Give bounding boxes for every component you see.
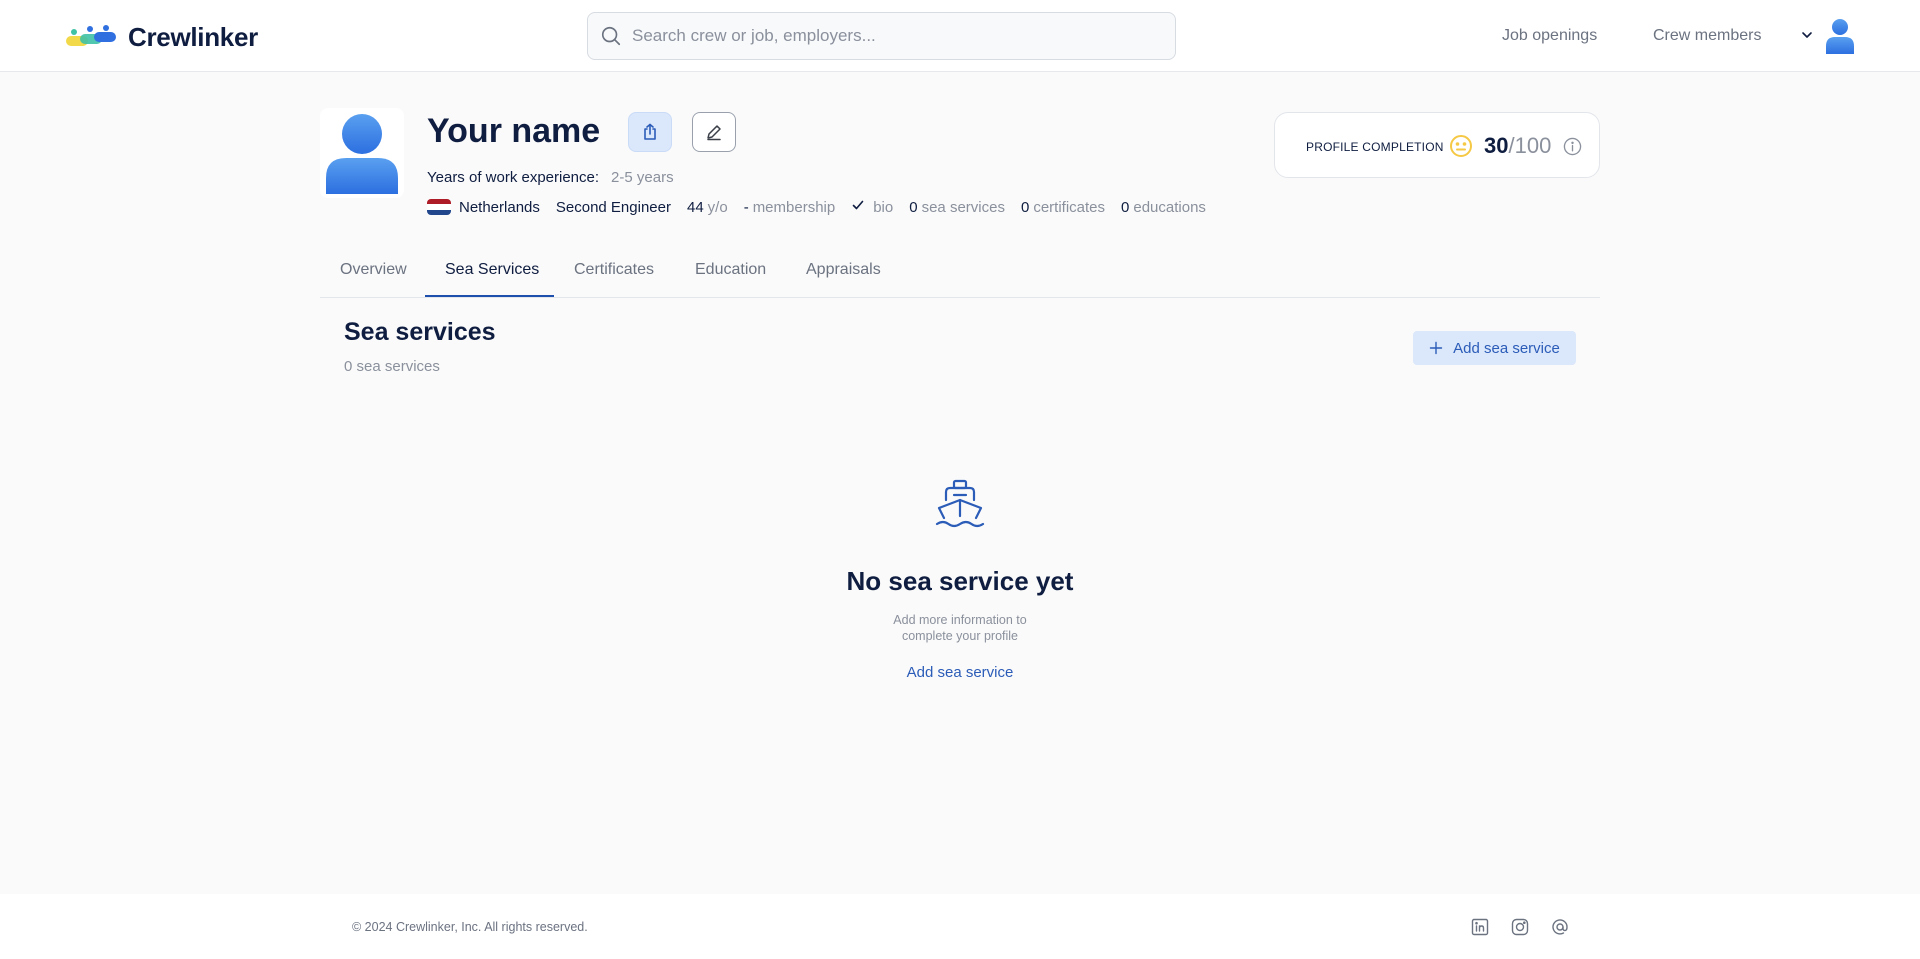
bio-status: bio <box>851 198 893 216</box>
sea-services-count: 0 <box>909 198 918 216</box>
user-avatar-icon <box>326 114 398 194</box>
bio-label: bio <box>873 198 894 216</box>
linkedin-icon[interactable] <box>1471 918 1489 936</box>
tab-education[interactable]: Education <box>695 261 766 279</box>
instagram-icon[interactable] <box>1511 918 1529 936</box>
tab-overview[interactable]: Overview <box>340 261 407 279</box>
profile-avatar <box>320 108 404 198</box>
country-name: Netherlands <box>459 198 540 216</box>
experience-label: Years of work experience: <box>427 169 600 186</box>
top-navbar: Crewlinker Job openings Crew members <box>0 0 1920 72</box>
brand-logo[interactable]: Crewlinker <box>64 22 258 53</box>
plus-icon <box>1429 341 1443 355</box>
tab-certificates[interactable]: Certificates <box>574 261 654 279</box>
membership: - membership <box>744 199 836 216</box>
tab-sea-services[interactable]: Sea Services <box>445 261 539 279</box>
profile-name: Your name <box>427 112 601 150</box>
add-sea-service-label: Add sea service <box>1453 339 1560 357</box>
chevron-down-icon[interactable] <box>1800 28 1814 42</box>
educations-count: 0 <box>1121 198 1130 216</box>
empty-state-title: No sea service yet <box>846 566 1074 596</box>
sea-services-stat: 0 sea services <box>909 199 1005 216</box>
edit-profile-button[interactable] <box>692 112 736 152</box>
age-value: 44 <box>686 198 704 216</box>
completion-score: 30/100 <box>1484 133 1551 159</box>
empty-state-subtitle-line: complete your profile <box>901 629 1019 643</box>
active-tab-indicator <box>425 295 554 297</box>
profile-tabs: Overview Sea Services Certificates Educa… <box>320 250 1600 298</box>
section-title: Sea services <box>344 318 496 346</box>
at-icon[interactable] <box>1551 918 1569 936</box>
crewlinker-logo-icon <box>66 24 116 46</box>
share-icon <box>644 123 656 140</box>
copyright: © 2024 Crewlinker, Inc. All rights reser… <box>352 920 588 934</box>
ship-icon <box>935 479 985 528</box>
netherlands-flag-icon <box>427 199 451 215</box>
experience-value: 2-5 years <box>611 169 674 186</box>
tab-appraisals[interactable]: Appraisals <box>806 261 881 279</box>
educations-stat: 0 educations <box>1121 199 1206 216</box>
membership-value: - <box>743 198 749 216</box>
pencil-icon <box>707 125 721 141</box>
nav-crew-members[interactable]: Crew members <box>1653 27 1761 45</box>
brand-name: Crewlinker <box>128 22 258 52</box>
sea-services-label: sea services <box>921 198 1005 216</box>
certificates-stat: 0 certificates <box>1021 199 1105 216</box>
profile-completion-card: PROFILE COMPLETION 30/100 <box>1274 112 1600 178</box>
experience-row: Years of work experience: 2-5 years <box>427 169 674 186</box>
certificates-label: certificates <box>1033 198 1106 216</box>
profile-meta: Netherlands Second Engineer 44 y/o - mem… <box>427 197 1222 217</box>
nav-job-openings[interactable]: Job openings <box>1502 27 1597 45</box>
completion-value: 30 <box>1484 133 1509 158</box>
empty-state-subtitle-line: Add more information to <box>893 613 1027 627</box>
country: Netherlands <box>427 199 540 216</box>
user-avatar-icon[interactable] <box>1824 18 1856 54</box>
check-icon <box>851 198 865 216</box>
search-bar[interactable] <box>587 12 1176 60</box>
neutral-face-icon <box>1450 135 1472 157</box>
completion-label: PROFILE COMPLETION <box>1306 140 1444 154</box>
rank: Second Engineer <box>555 198 671 216</box>
share-profile-button[interactable] <box>628 112 672 152</box>
empty-state-add-link[interactable]: Add sea service <box>860 664 1060 681</box>
certificates-count: 0 <box>1020 198 1030 216</box>
search-input[interactable] <box>632 26 1152 46</box>
age: 44 y/o <box>687 199 728 216</box>
search-icon <box>601 26 621 46</box>
empty-state-subtitle: Add more information to complete your pr… <box>860 612 1060 644</box>
completion-max: 100 <box>1514 133 1552 158</box>
section-count: 0 sea services <box>344 358 440 375</box>
membership-label: membership <box>752 198 836 216</box>
info-icon[interactable] <box>1563 137 1582 156</box>
footer: © 2024 Crewlinker, Inc. All rights reser… <box>0 894 1920 959</box>
add-sea-service-button[interactable]: Add sea service <box>1413 331 1576 365</box>
age-unit: y/o <box>707 198 728 216</box>
educations-label: educations <box>1133 198 1206 216</box>
